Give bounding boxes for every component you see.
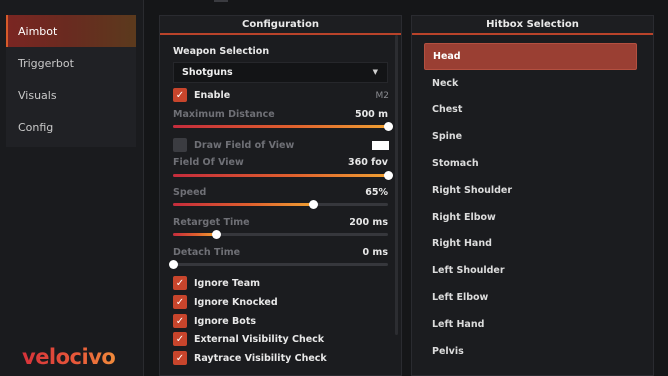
ignore-knocked-label: Ignore Knocked (194, 297, 278, 308)
hitbox-item-right-hand[interactable]: Right Hand (424, 231, 637, 258)
detach-time-label: Detach Time (173, 247, 241, 258)
checkmark-icon: ✓ (175, 296, 185, 308)
ignore-team-label: Ignore Team (194, 278, 261, 289)
checkmark-icon: ✓ (175, 352, 185, 364)
hitbox-item-pelvis[interactable]: Pelvis (424, 338, 637, 365)
slider-knob[interactable] (384, 171, 393, 180)
detach-time-slider[interactable] (169, 260, 388, 269)
configuration-scrollbar[interactable] (395, 35, 398, 335)
external-visibility-checkbox[interactable]: ✓ (173, 332, 187, 346)
sidebar-item-aimbot[interactable]: Aimbot (6, 15, 136, 47)
sidebar-nav: Aimbot Triggerbot Visuals Config (6, 15, 136, 147)
enable-keybind[interactable]: M2 (376, 91, 390, 101)
max-distance-label: Maximum Distance (173, 109, 275, 120)
hitbox-item-right-shoulder[interactable]: Right Shoulder (424, 177, 637, 204)
checkmark-icon: ✓ (175, 89, 185, 101)
retarget-time-slider[interactable] (173, 230, 388, 239)
slider-knob[interactable] (308, 200, 318, 209)
draw-fov-label: Draw Field of View (194, 140, 295, 151)
slider-knob[interactable] (384, 122, 393, 131)
max-distance-value: 500 m (354, 109, 388, 120)
hitbox-item-right-elbow[interactable]: Right Elbow (424, 204, 637, 231)
sidebar-item-visuals[interactable]: Visuals (6, 79, 136, 111)
sidebar: Aimbot Triggerbot Visuals Config velociv… (0, 0, 144, 376)
weapon-select-value: Shotguns (182, 67, 233, 78)
hitbox-item-spine[interactable]: Spine (424, 123, 637, 150)
max-distance-slider[interactable] (173, 122, 393, 131)
raytrace-visibility-checkbox[interactable]: ✓ (173, 351, 187, 365)
weapon-selection-label: Weapon Selection (173, 46, 270, 57)
retarget-time-label: Retarget Time (173, 217, 250, 228)
chevron-down-icon: ▼ (372, 68, 378, 76)
top-divider (214, 0, 228, 2)
configuration-panel: Configuration Weapon Selection Shotguns … (159, 15, 402, 376)
hitbox-item-head[interactable]: Head (424, 43, 637, 70)
hitbox-header: Hitbox Selection (412, 16, 653, 35)
slider-knob[interactable] (212, 230, 221, 239)
ignore-knocked-checkbox[interactable]: ✓ (173, 295, 187, 309)
slider-fill (173, 203, 313, 206)
fov-color-swatch[interactable] (372, 141, 389, 150)
slider-fill (173, 174, 388, 177)
brand-logo: velocivo (22, 345, 116, 369)
fov-slider[interactable] (173, 171, 393, 180)
fov-value: 360 fov (348, 157, 388, 168)
ignore-bots-label: Ignore Bots (194, 316, 257, 327)
checkmark-icon: ✓ (175, 333, 185, 345)
speed-value: 65% (365, 187, 388, 198)
draw-fov-checkbox[interactable] (173, 138, 187, 152)
hitbox-item-neck[interactable]: Neck (424, 70, 637, 97)
hitbox-item-stomach[interactable]: Stomach (424, 150, 637, 177)
configuration-header: Configuration (160, 16, 401, 35)
detach-time-value: 0 ms (362, 247, 388, 258)
sidebar-item-triggerbot[interactable]: Triggerbot (6, 47, 136, 79)
weapon-select[interactable]: Shotguns ▼ (173, 62, 388, 83)
configuration-body: Weapon Selection Shotguns ▼ ✓ Enable M2 … (160, 35, 401, 375)
raytrace-visibility-label: Raytrace Visibility Check (194, 353, 327, 364)
slider-knob[interactable] (169, 260, 178, 269)
hitbox-item-left-hand[interactable]: Left Hand (424, 311, 637, 338)
speed-slider[interactable] (173, 200, 388, 209)
hitbox-item-left-shoulder[interactable]: Left Shoulder (424, 257, 637, 284)
slider-fill (173, 233, 216, 236)
external-visibility-label: External Visibility Check (194, 334, 325, 345)
retarget-time-value: 200 ms (349, 217, 388, 228)
hitbox-item-left-elbow[interactable]: Left Elbow (424, 284, 637, 311)
hitbox-list: Head Neck Chest Spine Stomach Right Shou… (412, 35, 653, 365)
checkmark-icon: ✓ (175, 315, 185, 327)
checkmark-icon: ✓ (175, 277, 185, 289)
slider-fill (173, 125, 388, 128)
ignore-bots-checkbox[interactable]: ✓ (173, 314, 187, 328)
ignore-team-checkbox[interactable]: ✓ (173, 276, 187, 290)
hitbox-item-chest[interactable]: Chest (424, 97, 637, 124)
hitbox-panel: Hitbox Selection Head Neck Chest Spine S… (411, 15, 654, 376)
enable-label: Enable (194, 90, 231, 101)
enable-checkbox[interactable]: ✓ (173, 88, 187, 102)
speed-label: Speed (173, 187, 207, 198)
fov-label: Field Of View (173, 157, 244, 168)
sidebar-item-config[interactable]: Config (6, 111, 136, 143)
